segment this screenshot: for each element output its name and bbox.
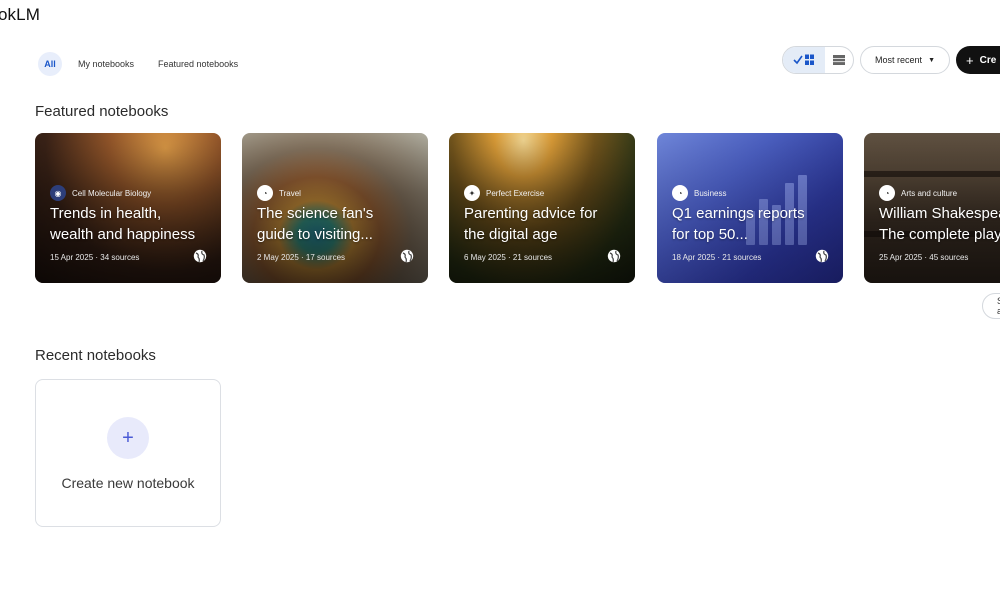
card-title: Q1 earnings reports for top 50...: [672, 205, 805, 243]
card-category: Arts and culture: [901, 188, 958, 198]
featured-cards-row: ◉ Cell Molecular Biology Trends in healt…: [35, 133, 1000, 283]
publisher-logo-icon: ◔: [257, 185, 273, 201]
globe-icon: [607, 249, 621, 263]
create-new-notebook-label: Create new notebook: [61, 475, 195, 491]
featured-notebooks-heading: Featured notebooks: [35, 103, 169, 120]
plus-icon: +: [107, 417, 149, 459]
card-title: William Shakespeare: The complete plays: [879, 205, 1000, 243]
notebook-filter-tabs: All My notebooks Featured notebooks: [38, 52, 246, 76]
card-category: Travel: [279, 188, 301, 198]
create-new-button[interactable]: + Cre: [956, 46, 1000, 74]
card-meta: 18 Apr 2025 · 21 sources: [672, 253, 762, 262]
tab-featured-notebooks[interactable]: Featured notebooks: [150, 53, 246, 75]
featured-card-shakespeare[interactable]: ◔ Arts and culture William Shakespeare: …: [864, 133, 1000, 283]
card-category: Business: [694, 188, 727, 198]
plus-icon: +: [966, 52, 974, 68]
publisher-logo-icon: ◔: [879, 185, 895, 201]
featured-card-earnings[interactable]: ◔ Business Q1 earnings reports for top 5…: [657, 133, 843, 283]
sort-label: Most recent: [875, 55, 923, 65]
card-category: Cell Molecular Biology: [72, 188, 152, 198]
see-all-button[interactable]: See all: [982, 293, 1000, 319]
create-new-notebook-card[interactable]: + Create new notebook: [35, 379, 221, 527]
tab-all[interactable]: All: [38, 52, 62, 76]
publisher-logo-icon: ◉: [50, 185, 66, 201]
featured-card-parenting[interactable]: ✦ Perfect Exercise Parenting advice for …: [449, 133, 635, 283]
grid-view-button[interactable]: [783, 47, 826, 73]
tab-my-notebooks[interactable]: My notebooks: [70, 53, 142, 75]
list-view-button[interactable]: [825, 47, 853, 73]
featured-card-science[interactable]: ◔ Travel The science fan's guide to visi…: [242, 133, 428, 283]
create-label: Cre: [979, 54, 997, 66]
card-meta: 2 May 2025 · 17 sources: [257, 253, 346, 262]
caret-down-icon: ▼: [928, 56, 935, 64]
globe-icon: [400, 249, 414, 263]
check-icon: [793, 54, 815, 65]
sort-dropdown[interactable]: Most recent ▼: [860, 46, 950, 74]
featured-card-health[interactable]: ◉ Cell Molecular Biology Trends in healt…: [35, 133, 221, 283]
card-title: Parenting advice for the digital age: [464, 205, 598, 243]
globe-icon: [815, 249, 829, 263]
publisher-logo-icon: ✦: [464, 185, 480, 201]
card-category: Perfect Exercise: [486, 188, 545, 198]
globe-icon: [193, 249, 207, 263]
toolbar: Most recent ▼ + Cre: [782, 46, 1000, 74]
card-title: The science fan's guide to visiting...: [257, 205, 374, 243]
card-meta: 15 Apr 2025 · 34 sources: [50, 253, 140, 262]
view-toggle: [782, 46, 855, 74]
card-meta: 6 May 2025 · 21 sources: [464, 253, 553, 262]
recent-notebooks-heading: Recent notebooks: [35, 347, 156, 364]
card-title: Trends in health, wealth and happiness: [50, 205, 196, 243]
publisher-logo-icon: ◔: [672, 185, 688, 201]
app-title: okLM: [0, 5, 40, 24]
list-view-icon: [833, 55, 846, 65]
card-meta: 25 Apr 2025 · 45 sources: [879, 253, 969, 262]
